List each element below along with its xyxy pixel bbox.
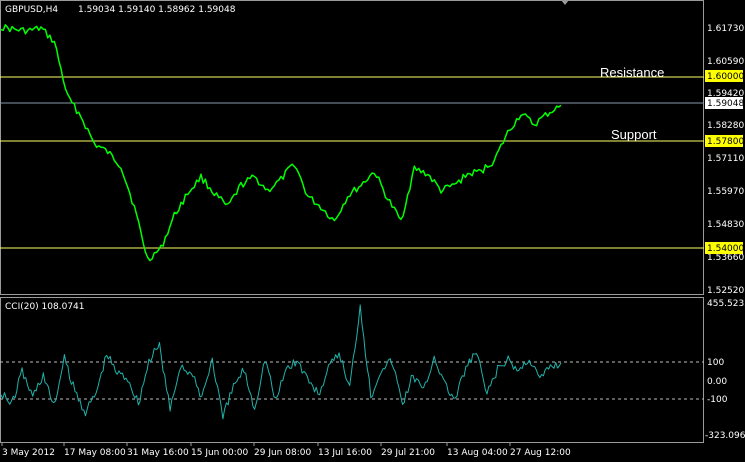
current-price-label: 1.59048 — [707, 99, 744, 109]
cci-label: CCI(20) 108.0741 — [5, 302, 85, 312]
bottom-level-price-label: 1.54000 — [707, 244, 744, 254]
resistance-annotation[interactable]: Resistance — [600, 65, 664, 80]
price-tick: 1.57110 — [707, 154, 744, 164]
ohlc-values: 1.59034 1.59140 1.58962 1.59048 — [78, 5, 236, 15]
price-panel-frame — [0, 0, 704, 295]
price-tick: 1.61730 — [707, 24, 744, 34]
scroll-marker-icon[interactable] — [561, 0, 569, 5]
cci-axis[interactable]: 455.5233 100 0.00 -100 -323.096 — [705, 299, 745, 441]
time-label: 15 Jun 00:00 — [191, 448, 248, 458]
time-label: 3 May 2012 — [2, 448, 55, 458]
time-label: 29 Jul 21:00 — [381, 448, 435, 458]
price-tick: 1.55970 — [707, 187, 744, 197]
cci-tick: -100 — [707, 395, 728, 405]
cci-tick: 100 — [707, 358, 724, 368]
cci-tick: -323.096 — [705, 431, 745, 441]
time-label: 17 May 08:00 — [64, 448, 126, 458]
resistance-price-label: 1.60000 — [707, 72, 744, 82]
cci-tick: 455.5233 — [707, 299, 745, 309]
price-axis[interactable]: 1.61730 1.60590 1.59420 1.58280 1.57110 … — [707, 24, 744, 296]
cci-tick: 0.00 — [707, 377, 727, 387]
support-annotation[interactable]: Support — [611, 127, 657, 142]
symbol-label: GBPUSD,H4 — [5, 5, 58, 15]
time-label: 31 May 16:00 — [127, 448, 189, 458]
time-axis[interactable]: 3 May 2012 17 May 08:00 31 May 16:00 15 … — [1, 442, 571, 458]
time-label: 13 Aug 04:00 — [447, 448, 508, 458]
price-tick: 1.60590 — [707, 57, 744, 67]
time-label: 13 Jul 16:00 — [318, 448, 372, 458]
price-tick: 1.53660 — [707, 253, 744, 263]
price-line[interactable] — [0, 24, 562, 262]
price-tick: 1.58280 — [707, 121, 744, 131]
price-tick: 1.54830 — [707, 220, 744, 230]
time-label: 27 Aug 12:00 — [510, 448, 571, 458]
price-tick: 1.52520 — [707, 286, 744, 296]
support-price-label: 1.57800 — [707, 137, 744, 147]
chart-window[interactable]: GBPUSD,H4 1.59034 1.59140 1.58962 1.5904… — [0, 0, 745, 462]
time-label: 29 Jun 08:00 — [254, 448, 311, 458]
